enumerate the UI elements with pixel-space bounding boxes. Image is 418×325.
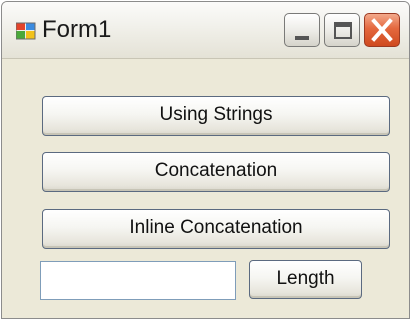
using-strings-button[interactable]: Using Strings	[42, 96, 390, 136]
close-icon	[371, 18, 393, 42]
maximize-button[interactable]	[324, 13, 360, 47]
inline-concatenation-button[interactable]: Inline Concatenation	[42, 209, 390, 249]
minimize-button[interactable]	[284, 13, 320, 47]
text-input[interactable]	[40, 261, 236, 300]
minimize-icon	[295, 36, 309, 40]
form-client-area: Using Strings Concatenation Inline Conca…	[2, 59, 409, 318]
form1-window: Form1 Using Strings Concatenation Inline…	[1, 1, 410, 319]
title-bar[interactable]: Form1	[2, 2, 409, 59]
windows-form-icon	[16, 22, 36, 40]
window-title: Form1	[42, 16, 112, 43]
maximize-icon	[334, 22, 352, 39]
length-button[interactable]: Length	[249, 260, 362, 299]
concatenation-button[interactable]: Concatenation	[42, 152, 390, 192]
close-button[interactable]	[364, 13, 400, 47]
